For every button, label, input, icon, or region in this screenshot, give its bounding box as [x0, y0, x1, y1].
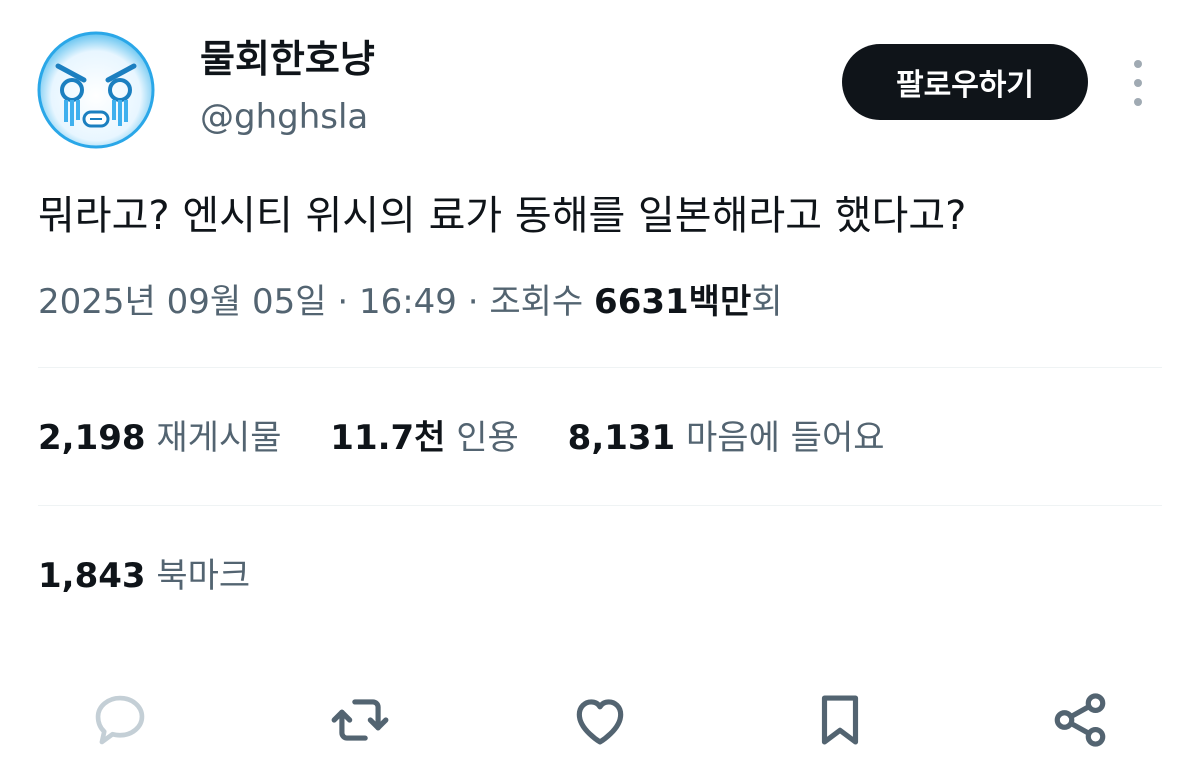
author-handle[interactable]: @ghghsla: [200, 100, 368, 134]
tweet-stats: 2,198 재게시물 11.7천 인용 8,131 마음에 들어요: [38, 418, 923, 459]
likes-label: 마음에 들어요: [686, 418, 885, 458]
tweet-text: 뭐라고? 엔시티 위시의 료가 동해를 일본해라고 했다고?: [38, 193, 967, 239]
retweets-count: 2,198: [38, 418, 146, 458]
tweet-date[interactable]: 2025년 09월 05일: [38, 282, 327, 322]
follow-button[interactable]: 팔로우하기: [842, 44, 1088, 120]
meta-separator: ·: [337, 282, 349, 322]
quotes-stat[interactable]: 11.7천 인용: [330, 418, 519, 459]
tweet-meta: 2025년 09월 05일 · 16:49 · 조회수 6631백만회: [38, 282, 783, 323]
quotes-label: 인용: [456, 418, 519, 458]
crying-face-avatar-icon: [37, 31, 155, 149]
views-count: 6631백만: [594, 282, 752, 322]
bookmark-icon[interactable]: [808, 688, 872, 752]
divider: [38, 505, 1162, 506]
more-dot: [1134, 79, 1142, 87]
likes-stat[interactable]: 8,131 마음에 들어요: [568, 418, 885, 459]
like-icon[interactable]: [568, 688, 632, 752]
views-label: 조회수: [489, 282, 584, 322]
retweets-label: 재게시물: [156, 418, 282, 458]
meta-separator: ·: [467, 282, 479, 322]
action-bar: [0, 680, 1200, 760]
avatar[interactable]: [36, 30, 156, 150]
divider: [38, 367, 1162, 368]
share-icon[interactable]: [1048, 688, 1112, 752]
more-vertical-icon[interactable]: [1120, 60, 1156, 106]
tweet-time[interactable]: 16:49: [359, 282, 457, 322]
author-display-name[interactable]: 물회한호냥: [200, 40, 375, 78]
bookmarks-count: 1,843: [38, 556, 146, 596]
bookmarks-label: 북마크: [156, 556, 251, 596]
more-dot: [1134, 60, 1142, 68]
retweet-icon[interactable]: [328, 688, 392, 752]
retweets-stat[interactable]: 2,198 재게시물: [38, 418, 281, 459]
more-dot: [1134, 98, 1142, 106]
bookmarks-stat[interactable]: 1,843 북마크: [38, 556, 250, 597]
quotes-count: 11.7천: [330, 418, 446, 458]
reply-icon[interactable]: [88, 688, 152, 752]
likes-count: 8,131: [567, 418, 676, 458]
views-suffix: 회: [751, 282, 783, 322]
